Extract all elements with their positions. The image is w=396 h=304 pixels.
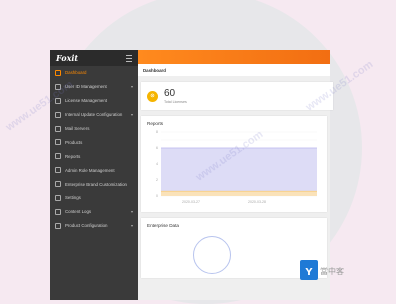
- menu-item-icon: [55, 181, 61, 188]
- menu-item-icon: [55, 194, 61, 201]
- total-licenses-label: Total Licenses: [164, 99, 187, 104]
- sidebar-item-label: Settings: [65, 195, 81, 201]
- total-licenses-value: 60: [164, 87, 176, 99]
- x-tick-label: 2020-03-27: [182, 200, 200, 204]
- sidebar-header: Foxit: [50, 50, 138, 66]
- area-series: [161, 191, 317, 196]
- coin-icon: ⊙: [147, 90, 158, 102]
- sidebar-item-label: Dashboard: [65, 70, 87, 76]
- menu-item-icon: [55, 153, 61, 160]
- menu-item-icon: [55, 139, 61, 146]
- sidebar-item[interactable]: Enterprise Brand Customization: [50, 177, 138, 191]
- sidebar-item-label: Admin Role Management: [65, 167, 115, 173]
- y-tick-label: 0: [156, 194, 158, 198]
- page-title: Dashboard: [138, 64, 330, 76]
- sidebar-item[interactable]: Products: [50, 135, 138, 149]
- top-bar: [138, 50, 330, 64]
- reports-card: Reports 0 2 4 6 8 2020-03-27 2020-03-28: [141, 116, 327, 212]
- reports-chart: 0 2 4 6 8 2020-03-27 2020-03-28: [156, 130, 317, 204]
- y-tick-label: 2: [156, 178, 158, 182]
- chevron-down-icon: ▾: [130, 84, 133, 90]
- sidebar-item-label: License Management: [65, 98, 107, 104]
- menu-item-icon: [55, 167, 61, 174]
- menu-item-icon: [55, 222, 61, 229]
- foxit-logo: Foxit: [56, 53, 79, 63]
- chevron-down-icon: ▾: [130, 223, 133, 229]
- sidebar-item-label: Products: [65, 139, 83, 145]
- enterprise-donut-chart: [193, 236, 231, 274]
- site-logo-icon: ʏ: [300, 260, 318, 280]
- sidebar-item-label: Enterprise Brand Customization: [65, 181, 127, 187]
- chevron-down-icon: ▾: [130, 209, 133, 215]
- menu-item-icon: [55, 69, 61, 76]
- sidebar-item[interactable]: Product Configuration ▾: [50, 219, 138, 233]
- sidebar-item[interactable]: Dashboard: [50, 66, 138, 80]
- sidebar-item[interactable]: Mail Servers: [50, 122, 138, 136]
- menu-item-icon: [55, 111, 61, 118]
- sidebar-item-label: Mail Servers: [65, 126, 90, 131]
- sidebar-item[interactable]: Content Logs ▾: [50, 205, 138, 219]
- sidebar-item[interactable]: Reports: [50, 149, 138, 163]
- sidebar-item-label: Product Configuration: [65, 223, 108, 229]
- reports-title: Reports: [147, 121, 164, 126]
- sidebar-item-label: Content Logs: [65, 209, 92, 215]
- sidebar-item[interactable]: Settings: [50, 191, 138, 205]
- sidebar-item-label: Reports: [65, 153, 81, 159]
- chevron-down-icon: ▾: [130, 112, 133, 118]
- menu-item-icon: [55, 125, 61, 132]
- app-window: Foxit Dashboard User ID Management ▾ Licens…: [50, 50, 333, 300]
- menu-item-icon: [55, 208, 61, 215]
- sidebar-item[interactable]: Internal Update Configuration ▾: [50, 108, 138, 122]
- sidebar-item-label: Internal Update Configuration: [65, 112, 123, 118]
- y-tick-label: 8: [156, 130, 158, 134]
- site-logo-text: 當中客: [320, 267, 344, 276]
- y-tick-label: 4: [156, 162, 158, 166]
- y-tick-label: 6: [156, 146, 158, 150]
- menu-toggle-icon[interactable]: [126, 54, 132, 62]
- sidebar-item[interactable]: Admin Role Management: [50, 163, 138, 177]
- enterprise-data-title: Enterprise Data: [147, 223, 179, 228]
- x-tick-label: 2020-03-28: [248, 200, 266, 204]
